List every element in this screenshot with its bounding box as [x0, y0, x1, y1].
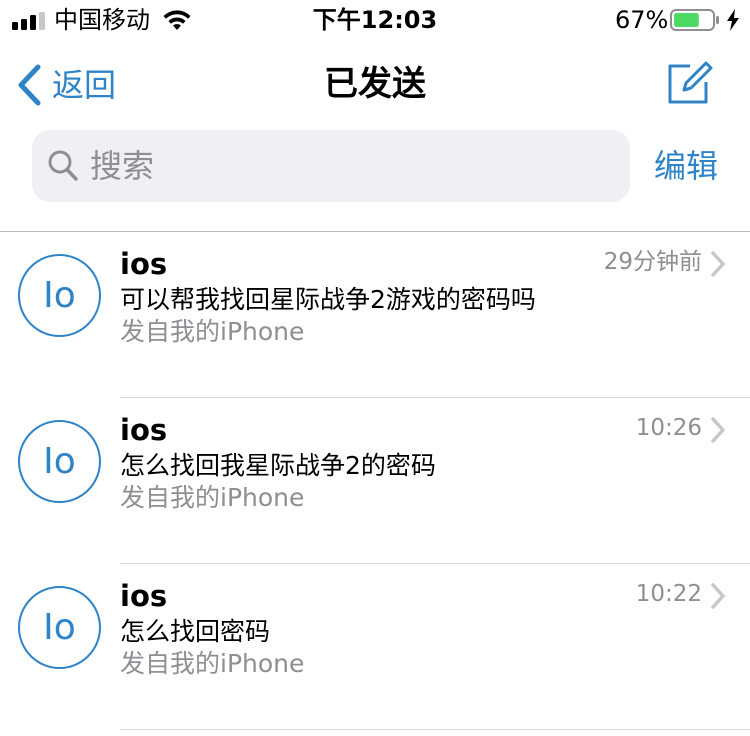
message-preview: 发自我的iPhone [120, 483, 305, 512]
chevron-right-icon [711, 251, 725, 277]
message-sender: ios [120, 247, 168, 281]
message-subject: 怎么找回我星际战争2的密码 [120, 451, 436, 480]
sender-avatar: Io [18, 254, 101, 337]
sender-avatar: Io [18, 420, 101, 503]
battery-percent: 67% [615, 6, 669, 34]
search-box[interactable] [32, 130, 630, 202]
mail-sent-screen: 中国移动 下午12:03 67% 返回 已发送 搜索 编辑 Io ios 29分… [0, 0, 750, 736]
row-divider [120, 729, 750, 730]
message-sender: ios [120, 579, 168, 613]
navigation-bar: 返回 已发送 [0, 50, 750, 120]
message-row[interactable]: Io ios 10:22 怎么找回密码 发自我的iPhone [0, 564, 750, 730]
message-row[interactable]: Io ios 10:26 怎么找回我星际战争2的密码 发自我的iPhone [0, 398, 750, 564]
page-title: 已发送 [0, 62, 750, 106]
message-row[interactable]: Io ios 29分钟前 可以帮我找回星际战争2游戏的密码吗 发自我的iPhon… [0, 232, 750, 398]
search-input[interactable] [90, 142, 610, 190]
search-icon [48, 150, 78, 181]
chevron-right-icon [711, 583, 725, 609]
clock-text: 下午12:03 [312, 6, 438, 34]
message-list: Io ios 29分钟前 可以帮我找回星际战争2游戏的密码吗 发自我的iPhon… [0, 232, 750, 730]
message-sender: ios [120, 413, 168, 447]
message-time: 10:22 [635, 581, 702, 607]
search-row: 编辑 [0, 128, 750, 204]
chevron-right-icon [711, 417, 725, 443]
message-preview: 发自我的iPhone [120, 317, 305, 346]
sender-avatar: Io [18, 586, 101, 669]
page-title-text: 已发送 [324, 64, 426, 104]
status-bar: 中国移动 下午12:03 67% [0, 0, 750, 40]
battery-icon [670, 9, 719, 31]
message-subject: 怎么找回密码 [120, 617, 271, 646]
message-time: 29分钟前 [603, 249, 702, 275]
charging-bolt-icon [727, 9, 739, 31]
message-time: 10:26 [635, 415, 702, 441]
edit-button[interactable]: 编辑 [654, 144, 718, 188]
message-subject: 可以帮我找回星际战争2游戏的密码吗 [120, 285, 536, 314]
message-preview: 发自我的iPhone [120, 649, 305, 678]
compose-icon[interactable] [664, 58, 714, 108]
